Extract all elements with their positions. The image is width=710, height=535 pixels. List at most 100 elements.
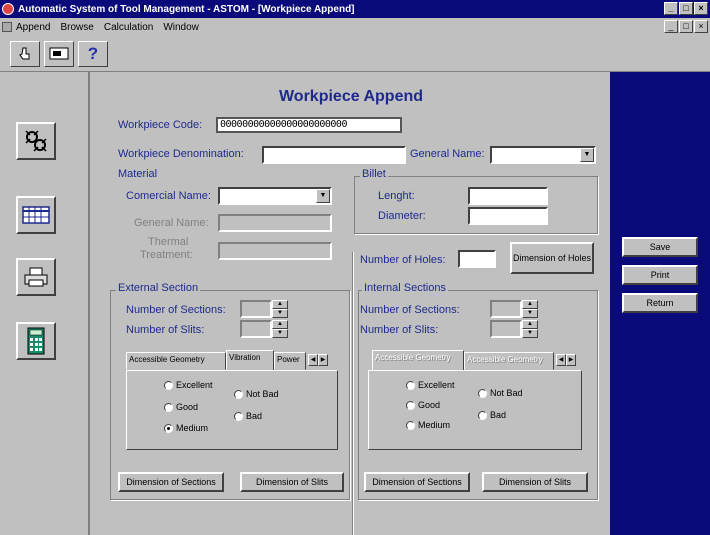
table-side-button[interactable] (16, 196, 56, 234)
internal-slits-stepper[interactable]: ▲ ▼ (490, 320, 538, 338)
print-side-button[interactable] (16, 258, 56, 296)
external-radio-excellent[interactable]: Excellent (164, 380, 213, 390)
minimize-button[interactable]: _ (664, 2, 678, 15)
tab-accessible-geometry[interactable]: Accessible Geometry (126, 352, 226, 370)
internal-radio-medium[interactable]: Medium (406, 420, 450, 430)
window-title: Automatic System of Tool Management - AS… (18, 3, 355, 15)
internal-radio-excellent[interactable]: Excellent (406, 380, 455, 390)
stepper-arrows[interactable]: ▲ ▼ (522, 320, 538, 338)
external-dimension-of-sections-button[interactable]: Dimension of Sections (118, 472, 224, 492)
comercial-name-combo[interactable]: ▼ (218, 187, 332, 205)
arrow-down-icon[interactable]: ▼ (272, 329, 288, 338)
chevron-down-icon[interactable]: ▼ (580, 148, 594, 162)
stepper-arrows[interactable]: ▲ ▼ (522, 300, 538, 318)
radio-dot[interactable] (478, 388, 487, 398)
hand-pointer-icon (19, 47, 30, 59)
workpiece-side-button[interactable] (16, 122, 56, 160)
arrow-up-icon[interactable]: ▲ (272, 320, 288, 329)
chevron-down-icon[interactable]: ▼ (316, 189, 330, 203)
help-button[interactable]: ? (78, 40, 108, 67)
radio-dot[interactable] (478, 410, 487, 420)
menu-browse[interactable]: Browse (60, 22, 93, 33)
general-name-combo[interactable]: ▼ (490, 146, 596, 164)
tab-vibration[interactable]: Vibration (226, 350, 274, 370)
external-radio-bad[interactable]: Bad (234, 411, 262, 421)
gears-icon (25, 130, 47, 152)
external-radio-good[interactable]: Good (164, 402, 198, 412)
arrow-down-icon[interactable]: ▼ (522, 309, 538, 318)
form-heading: Workpiece Append (278, 88, 424, 105)
external-sections-label: Number of Sections: (126, 304, 226, 316)
pointer-tool-button[interactable] (10, 40, 40, 67)
lenght-field[interactable] (468, 187, 548, 205)
dimension-of-holes-button[interactable]: Dimension of Holes (510, 242, 594, 274)
print-button[interactable]: Print (622, 265, 698, 285)
internal-slits-label: Number of Slits: (360, 324, 439, 336)
radio-label: Excellent (176, 380, 213, 390)
title-bar[interactable]: Automatic System of Tool Management - AS… (0, 0, 710, 18)
arrow-down-icon[interactable]: ▼ (522, 329, 538, 338)
menu-window[interactable]: Window (163, 22, 199, 33)
external-dimension-of-slits-button[interactable]: Dimension of Slits (240, 472, 344, 492)
radio-dot[interactable] (406, 400, 415, 410)
radio-dot-selected[interactable] (164, 423, 173, 433)
external-radio-not-bad[interactable]: Not Bad (234, 389, 279, 399)
arrow-up-icon[interactable]: ▲ (522, 320, 538, 329)
chevron-right-icon[interactable]: ▶ (566, 354, 576, 366)
printer-icon (24, 267, 48, 287)
chevron-left-icon[interactable]: ◀ (556, 354, 566, 366)
monitor-icon (49, 47, 69, 59)
toolbar: ? (0, 36, 710, 72)
close-button[interactable]: × (694, 2, 708, 15)
internal-slits-value[interactable] (490, 320, 522, 338)
stepper-arrows[interactable]: ▲ ▼ (272, 300, 288, 318)
menu-append[interactable]: Append (16, 22, 50, 33)
workpiece-denomination-field[interactable] (262, 146, 406, 164)
internal-dimension-of-sections-button[interactable]: Dimension of Sections (364, 472, 470, 492)
radio-dot[interactable] (406, 420, 415, 430)
mdi-minimize-button[interactable]: _ (664, 20, 678, 33)
internal-sections-value[interactable] (490, 300, 522, 318)
number-of-holes-field[interactable] (458, 250, 496, 268)
external-sections-value[interactable] (240, 300, 272, 318)
diameter-field[interactable] (468, 207, 548, 225)
document-icon[interactable] (2, 22, 12, 32)
external-slits-value[interactable] (240, 320, 272, 338)
general-name-label: General Name: (410, 148, 485, 160)
radio-dot[interactable] (164, 402, 173, 412)
return-button[interactable]: Return (622, 293, 698, 313)
radio-dot[interactable] (164, 380, 173, 390)
material-general-name-field (218, 214, 332, 232)
tab-power[interactable]: Power (274, 352, 306, 370)
mdi-close-button[interactable]: × (694, 20, 708, 33)
arrow-down-icon[interactable]: ▼ (272, 309, 288, 318)
workpiece-code-field[interactable]: 00000000000000000000000 (216, 117, 402, 133)
internal-dimension-of-slits-button[interactable]: Dimension of Slits (482, 472, 588, 492)
chevron-right-icon[interactable]: ▶ (318, 354, 328, 366)
external-slits-stepper[interactable]: ▲ ▼ (240, 320, 288, 338)
external-radio-medium[interactable]: Medium (164, 423, 208, 433)
stepper-arrows[interactable]: ▲ ▼ (272, 320, 288, 338)
arrow-up-icon[interactable]: ▲ (272, 300, 288, 309)
radio-label: Bad (246, 411, 263, 421)
application-window: Automatic System of Tool Management - AS… (0, 0, 710, 535)
mdi-restore-button[interactable]: □ (679, 20, 693, 33)
menu-bar: Append Browse Calculation Window _ □ × (0, 18, 710, 36)
save-button[interactable]: Save (622, 237, 698, 257)
internal-radio-not-bad[interactable]: Not Bad (478, 388, 523, 398)
chevron-left-icon[interactable]: ◀ (308, 354, 318, 366)
radio-dot[interactable] (234, 411, 243, 421)
radio-dot[interactable] (406, 380, 415, 390)
maximize-button[interactable]: □ (679, 2, 693, 15)
calculator-side-button[interactable] (16, 322, 56, 360)
external-sections-stepper[interactable]: ▲ ▼ (240, 300, 288, 318)
radio-dot[interactable] (234, 389, 243, 399)
screen-tool-button[interactable] (44, 40, 74, 67)
internal-sections-stepper[interactable]: ▲ ▼ (490, 300, 538, 318)
internal-radio-bad[interactable]: Bad (478, 410, 506, 420)
internal-radio-good[interactable]: Good (406, 400, 440, 410)
menu-calculation[interactable]: Calculation (104, 22, 153, 33)
help-icon: ? (87, 43, 99, 63)
radio-label: Good (176, 402, 199, 412)
arrow-up-icon[interactable]: ▲ (522, 300, 538, 309)
